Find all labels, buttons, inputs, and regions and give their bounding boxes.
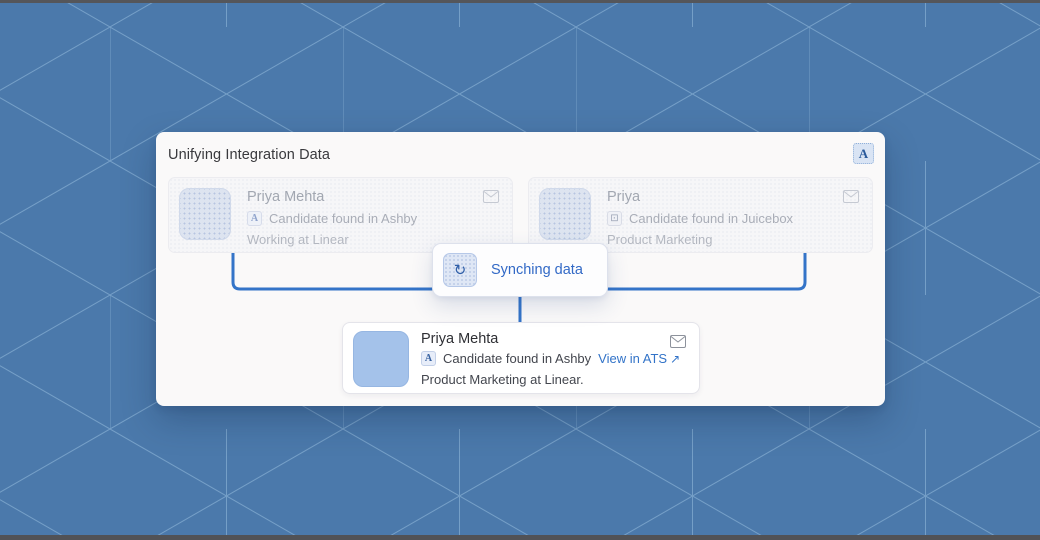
candidate-name: Priya	[607, 189, 641, 205]
window-frame-bottom	[0, 535, 1040, 540]
candidate-detail: Product Marketing	[607, 232, 713, 247]
ashby-badge-icon: A	[421, 351, 436, 366]
ashby-logo-icon: A	[853, 143, 874, 164]
unified-candidate-card: Priya Mehta A Candidate found in Ashby V…	[342, 322, 700, 394]
view-in-ats-link[interactable]: View in ATS ↗	[598, 351, 680, 366]
source-card-juicebox-content: Priya ⊡ Candidate found in Juicebox Prod…	[529, 178, 872, 252]
candidate-name: Priya Mehta	[247, 189, 325, 205]
candidate-detail: Product Marketing at Linear.	[421, 372, 584, 387]
source-card-text: Priya ⊡ Candidate found in Juicebox Prod…	[607, 188, 793, 247]
envelope-icon	[843, 190, 859, 203]
syncing-status-pill: ↻ Synching data	[432, 243, 608, 297]
window-frame-top	[0, 0, 1040, 3]
found-text: Candidate found in Ashby	[269, 211, 418, 226]
found-row: ⊡ Candidate found in Juicebox	[607, 211, 793, 226]
panel-title: Unifying Integration Data	[168, 147, 331, 163]
unifying-integration-panel: Unifying Integration Data A Priya Mehta …	[156, 132, 885, 406]
ashby-badge-icon: A	[247, 211, 262, 226]
found-text: Candidate found in Juicebox	[629, 211, 794, 226]
source-card-text: Priya Mehta A Candidate found in Ashby W…	[247, 188, 417, 247]
view-in-ats-label: View in ATS	[598, 351, 668, 366]
found-text: Candidate found in Ashby	[443, 351, 592, 366]
unified-candidate-content: Priya Mehta A Candidate found in Ashby V…	[343, 323, 699, 393]
candidate-name: Priya Mehta	[421, 331, 499, 347]
avatar-placeholder	[179, 188, 231, 240]
sync-arrow-icon: ↻	[453, 260, 467, 279]
juicebox-badge-icon: ⊡	[607, 211, 622, 226]
external-link-arrow-icon: ↗	[670, 351, 681, 366]
envelope-icon	[483, 190, 499, 203]
avatar	[353, 331, 409, 387]
sync-icon-box: ↻	[443, 253, 477, 287]
found-row: A Candidate found in Ashby	[247, 211, 417, 226]
result-card-text: Priya Mehta A Candidate found in Ashby V…	[421, 331, 680, 387]
source-card-juicebox: Priya ⊡ Candidate found in Juicebox Prod…	[528, 177, 873, 253]
source-cards-row: Priya Mehta A Candidate found in Ashby W…	[168, 177, 873, 253]
candidate-detail: Working at Linear	[247, 232, 349, 247]
sync-status-label: Synching data	[491, 262, 583, 278]
source-card-ashby: Priya Mehta A Candidate found in Ashby W…	[168, 177, 513, 253]
source-card-ashby-content: Priya Mehta A Candidate found in Ashby W…	[169, 178, 512, 252]
found-row: A Candidate found in Ashby View in ATS ↗	[421, 351, 680, 366]
envelope-icon	[670, 335, 686, 348]
avatar-placeholder	[539, 188, 591, 240]
